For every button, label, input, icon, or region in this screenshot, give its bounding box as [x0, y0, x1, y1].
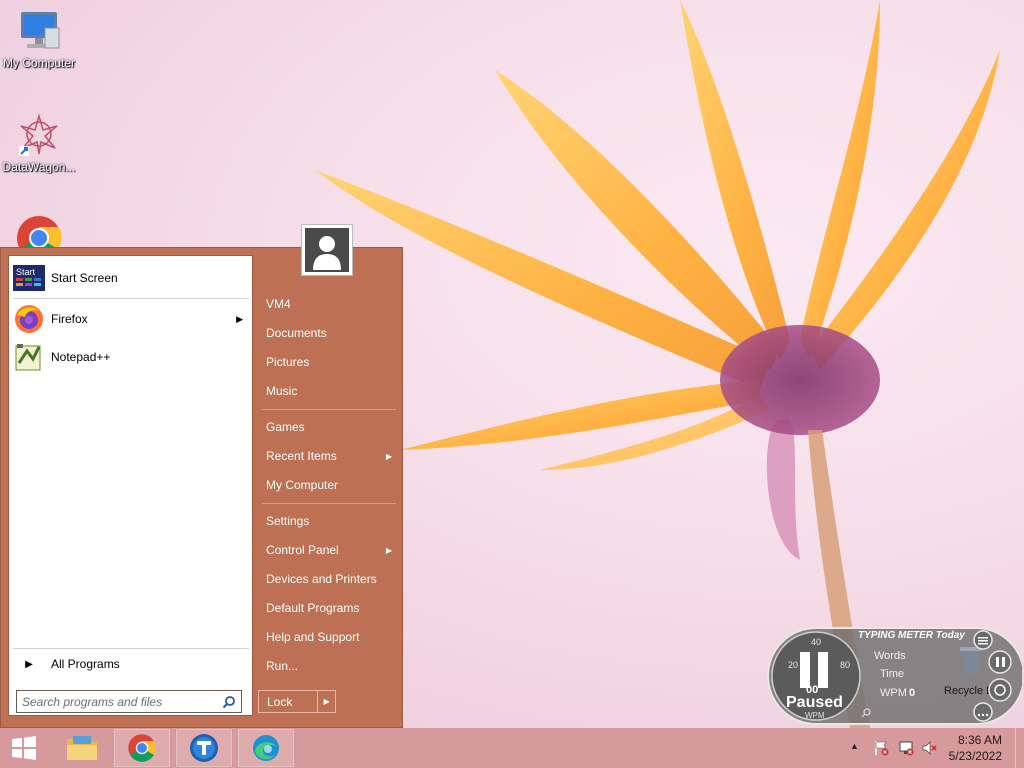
search-icon[interactable]	[222, 695, 236, 709]
item-label: Documents	[266, 326, 327, 340]
start-item-control-panel[interactable]: Control Panel ▶	[258, 537, 398, 563]
words-label: Words	[874, 650, 906, 662]
edge-icon	[253, 735, 279, 761]
program-label: Notepad++	[51, 350, 111, 364]
item-label: Default Programs	[266, 601, 360, 615]
gauge-tick-label: 40	[811, 637, 821, 647]
start-menu-programs-pane: Start Start Screen Firefox ▶ Notepad++ ▶…	[8, 255, 253, 716]
divider	[13, 298, 249, 299]
lock-options-arrow-icon[interactable]: ▶	[317, 691, 335, 712]
file-explorer-icon	[67, 736, 97, 760]
desktop-icon-label: DataWagon...	[2, 160, 76, 174]
file-explorer-button[interactable]	[54, 729, 110, 767]
lock-button-group: Lock ▶	[258, 690, 336, 713]
start-item-my-computer[interactable]: My Computer	[258, 472, 398, 498]
user-icon	[305, 228, 349, 272]
start-item-settings[interactable]: Settings	[258, 508, 398, 534]
pause-icon[interactable]	[988, 650, 1012, 674]
pause-bar	[818, 652, 828, 688]
clock-date: 5/23/2022	[948, 749, 1002, 763]
desktop-icon-datawagon[interactable]: DataWagon...	[1, 112, 77, 174]
wpm-value: 0	[909, 687, 915, 699]
program-start-screen[interactable]: Start Start Screen	[13, 260, 249, 296]
item-label: Games	[266, 420, 305, 434]
notepadpp-icon	[13, 341, 45, 373]
search-input[interactable]	[22, 693, 212, 710]
windows-icon	[12, 736, 36, 760]
edge-button[interactable]	[238, 729, 294, 767]
item-label: Control Panel	[266, 543, 339, 557]
firefox-icon	[13, 303, 45, 335]
start-item-pictures[interactable]: Pictures	[258, 349, 398, 375]
datawagon-icon	[15, 112, 63, 160]
divider	[13, 648, 249, 649]
divider	[262, 503, 396, 504]
start-item-devices-and-printers[interactable]: Devices and Printers	[258, 566, 398, 592]
user-avatar[interactable]	[301, 224, 353, 276]
typing-status: Paused	[786, 694, 843, 711]
search-box[interactable]	[16, 690, 242, 713]
start-screen-icon: Start	[13, 262, 45, 294]
divider	[262, 409, 396, 410]
all-programs-arrow-icon: ▶	[25, 658, 33, 670]
typing-meter-icon	[190, 734, 218, 762]
menu-icon[interactable]	[973, 630, 993, 650]
start-button[interactable]	[0, 729, 48, 767]
clock-time: 8:36 AM	[957, 733, 1002, 747]
stats-icon[interactable]	[988, 678, 1012, 702]
start-item-recent-items[interactable]: Recent Items ▶	[258, 443, 398, 469]
submenu-arrow-icon: ▶	[385, 545, 392, 555]
chrome-button[interactable]	[114, 729, 170, 767]
clock[interactable]: 8:36 AM 5/23/2022	[949, 732, 1002, 764]
typing-meter-widget[interactable]: 20 40 80 00 Paused WPM TYPING METER Toda…	[766, 626, 1024, 726]
pause-bar	[800, 652, 810, 688]
item-label: Help and Support	[266, 630, 360, 644]
action-center-flag-icon[interactable]	[873, 740, 889, 756]
typing-meter-title: TYPING METER Today	[858, 630, 965, 641]
start-item-documents[interactable]: Documents	[258, 320, 398, 346]
start-item-help-and-support[interactable]: Help and Support	[258, 624, 398, 650]
chrome-icon	[128, 734, 157, 762]
start-item-vm4[interactable]: VM4	[258, 291, 398, 317]
program-label: Start Screen	[51, 271, 118, 285]
item-label: VM4	[266, 297, 291, 311]
gauge-tick-label: 80	[840, 660, 850, 670]
item-label: Recent Items	[266, 449, 337, 463]
program-firefox[interactable]: Firefox ▶	[13, 301, 249, 337]
item-label: Devices and Printers	[266, 572, 377, 586]
item-label: Pictures	[266, 355, 310, 369]
more-icon[interactable]	[973, 702, 993, 722]
taskbar: ▲ 8:36 AM 5/23/2022	[0, 728, 1024, 768]
item-label: Settings	[266, 514, 310, 528]
all-programs-button[interactable]: ▶ All Programs	[13, 652, 249, 676]
start-item-games[interactable]: Games	[258, 414, 398, 440]
show-hidden-icons-button[interactable]: ▲	[850, 741, 859, 751]
desktop-icon-label: My Computer	[2, 56, 76, 70]
show-desktop-button[interactable]	[1015, 728, 1024, 768]
submenu-arrow-icon: ▶	[385, 451, 392, 461]
item-label: Run...	[266, 659, 299, 673]
all-programs-label: All Programs	[51, 657, 120, 671]
my-computer-icon	[15, 8, 63, 56]
volume-muted-icon[interactable]	[921, 740, 937, 756]
typing-meter-button[interactable]	[176, 729, 232, 767]
start-item-default-programs[interactable]: Default Programs	[258, 595, 398, 621]
lock-button[interactable]: Lock	[259, 695, 317, 709]
program-notepad-plus-plus[interactable]: Notepad++	[13, 339, 249, 375]
submenu-arrow-icon: ▶	[236, 313, 243, 324]
start-item-music[interactable]: Music	[258, 378, 398, 404]
program-label: Firefox	[51, 312, 88, 326]
start-item-run[interactable]: Run...	[258, 653, 398, 679]
start-tile-text: Start	[16, 267, 36, 277]
item-label: Music	[266, 384, 298, 398]
network-icon[interactable]	[898, 740, 914, 756]
gauge-tick-label: 20	[788, 660, 798, 670]
item-label: My Computer	[266, 478, 339, 492]
wpm-label: WPM	[880, 687, 907, 699]
gauge-unit: WPM	[805, 711, 825, 720]
time-label: Time	[880, 668, 904, 680]
desktop-icon-my-computer[interactable]: My Computer	[1, 8, 77, 70]
